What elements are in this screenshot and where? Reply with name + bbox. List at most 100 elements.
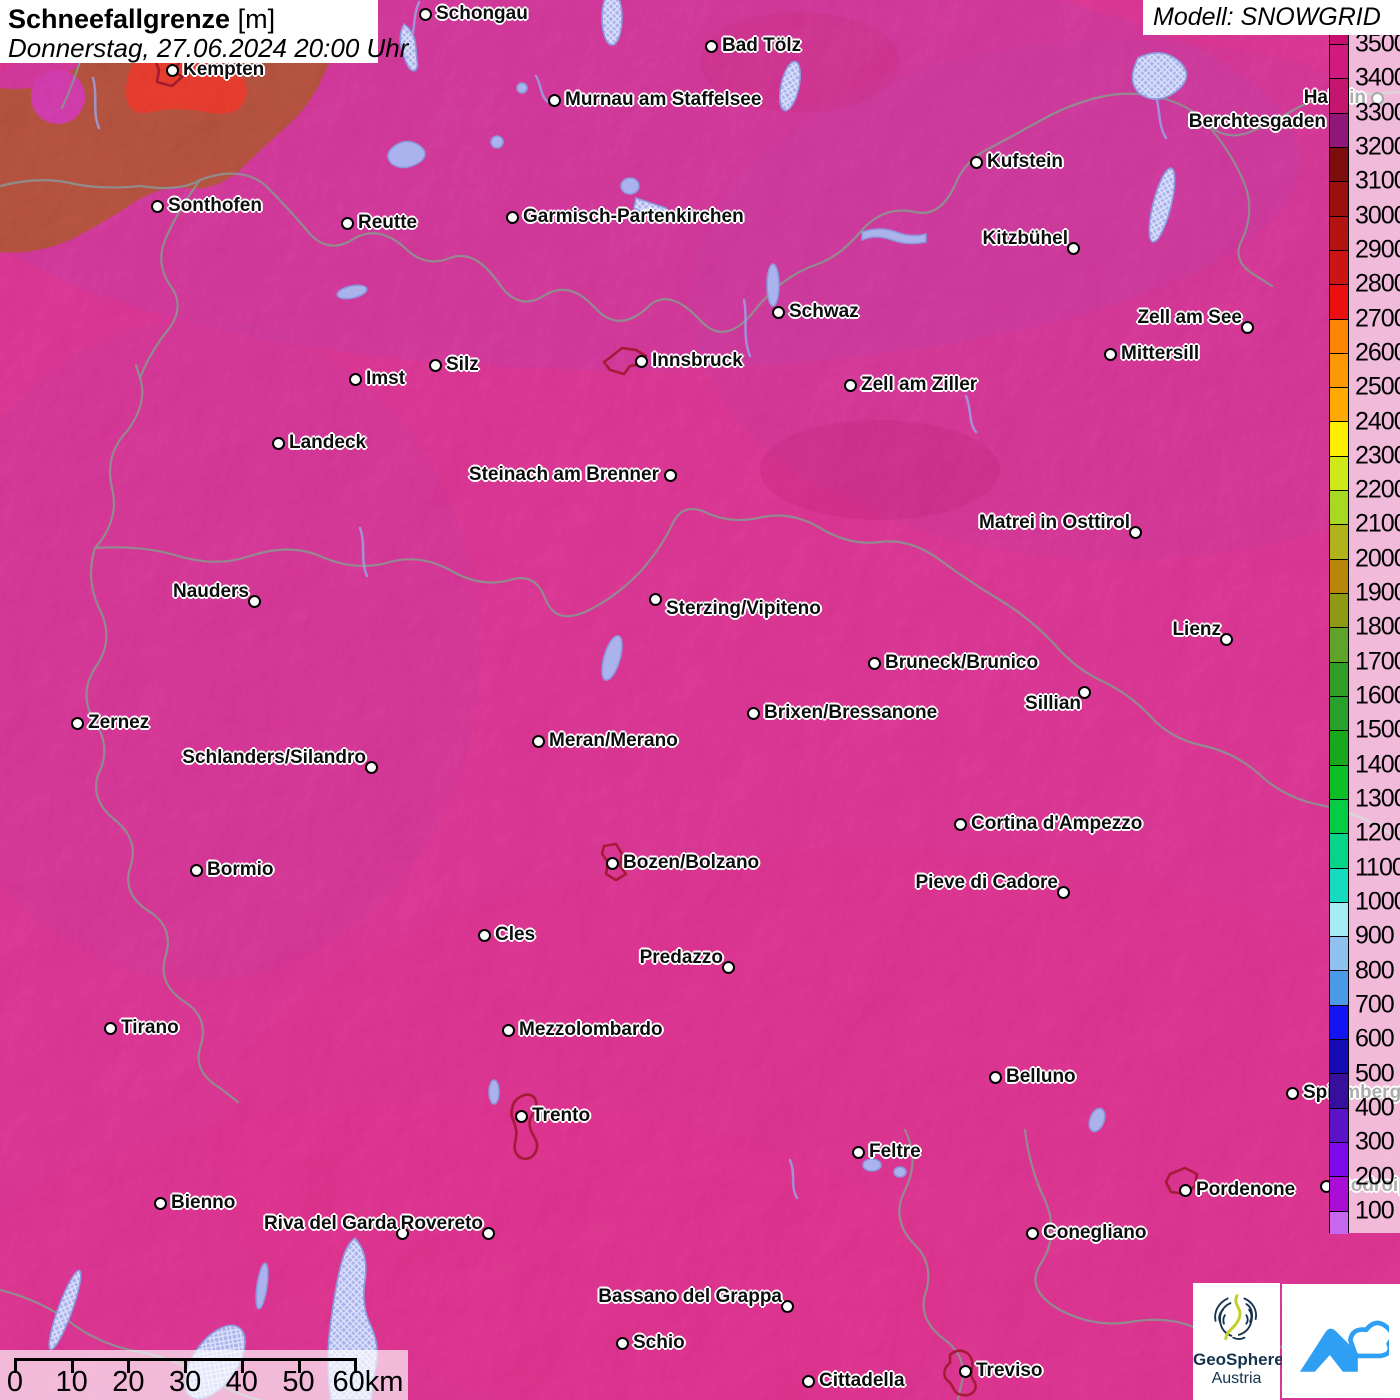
city-dot: [418, 7, 432, 21]
colorbar-tick-label: 3200: [1355, 132, 1400, 161]
colorbar-tick-label: 1100: [1355, 853, 1400, 882]
colorbar-tick-label: 1300: [1355, 784, 1400, 813]
city-dot: [514, 1109, 528, 1123]
colorbar-segment: [1330, 731, 1348, 766]
colorbar-segment: [1330, 834, 1348, 869]
city-dot: [477, 928, 491, 942]
city-label: Bad Tölz: [722, 35, 802, 56]
colorbar-segment: [1330, 696, 1348, 732]
city-dot: [1056, 885, 1070, 899]
city-label: Cortina d'Ampezzo: [971, 813, 1143, 834]
city-dot: [1178, 1183, 1192, 1197]
mountain-cloud-logo-icon: [1299, 1320, 1389, 1372]
city-dot: [247, 594, 261, 608]
colorbar-tick-label: 3100: [1355, 166, 1400, 195]
city-dot: [165, 63, 179, 77]
colorbar-tick-label: 2700: [1355, 304, 1400, 333]
city-dot: [531, 734, 545, 748]
colorbar-segment: [1330, 285, 1348, 320]
city-label: Zell am See: [1137, 307, 1242, 328]
city-label: Cles: [495, 924, 536, 945]
city-dot: [663, 468, 677, 482]
colorbar-tick-label: 500: [1355, 1059, 1395, 1088]
city-label: Silz: [446, 354, 479, 375]
city-label: Schio: [633, 1332, 685, 1353]
colorbar-tick-label: 2600: [1355, 338, 1400, 367]
colorbar-segment: [1330, 902, 1348, 938]
city-label: Rovereto: [400, 1213, 483, 1234]
city-dot: [851, 1145, 865, 1159]
colorbar-segment: [1330, 250, 1348, 286]
colorbar-segment: [1330, 147, 1348, 183]
city-label: Kufstein: [987, 151, 1063, 172]
city-label: Mittersill: [1121, 343, 1200, 364]
colorbar-segment: [1330, 1074, 1348, 1109]
city-label: Steinach am Brenner: [468, 464, 659, 485]
city-dot: [1103, 347, 1117, 361]
colorbar-segment: [1330, 868, 1348, 903]
city-dot: [648, 592, 662, 606]
city-dot: [1025, 1226, 1039, 1240]
city-dot: [189, 863, 203, 877]
colorbar-tick-label: 3000: [1355, 201, 1400, 230]
city-dot: [428, 358, 442, 372]
colorbar-tick-label: 2000: [1355, 544, 1400, 573]
colorbar-tick-label: 300: [1355, 1127, 1395, 1156]
city-dot: [780, 1299, 794, 1313]
city-label: Bienno: [171, 1192, 236, 1213]
city-label: Garmisch-Partenkirchen: [523, 206, 744, 227]
city-dot: [969, 155, 983, 169]
city-label: Innsbruck: [652, 350, 743, 371]
city-label: Pieve di Cadore: [915, 872, 1058, 893]
colorbar-tick-label: 900: [1355, 921, 1395, 950]
colorbar-segment: [1330, 1040, 1348, 1075]
city-label: Pordenone: [1196, 1179, 1296, 1200]
city-label: Berchtesgaden: [1188, 111, 1326, 132]
colorbar-tick-label: 2200: [1355, 475, 1400, 504]
city-label: Murnau am Staffelsee: [565, 89, 762, 110]
city-dot: [340, 216, 354, 230]
colorbar-tick-label: 1000: [1355, 887, 1400, 916]
colorbar-segment: [1330, 388, 1348, 423]
city-dot: [634, 354, 648, 368]
city-label: Bozen/Bolzano: [623, 852, 760, 873]
city-label: Bruneck/Brunico: [885, 652, 1039, 673]
scalebar-label: 60km: [332, 1366, 404, 1398]
colorbar-tick-label: 1700: [1355, 647, 1400, 676]
geosphere-logo-text: GeoSphere: [1193, 1350, 1284, 1369]
scalebar-label: 0: [6, 1366, 24, 1398]
colorbar-segment: [1330, 422, 1348, 457]
city-dot: [481, 1226, 495, 1240]
colorbar-segment: [1330, 594, 1348, 629]
city-label: Treviso: [976, 1360, 1043, 1381]
city-label: Bassano del Grappa: [598, 1286, 782, 1307]
city-label: Schwaz: [789, 301, 859, 322]
city-label: Schongau: [436, 3, 528, 24]
city-dot: [271, 436, 285, 450]
city-label: Zernez: [88, 712, 150, 733]
scalebar: 0 10 20 30 40 50 60km: [0, 1350, 408, 1400]
city-label: Cittadella: [819, 1370, 905, 1391]
city-dot: [867, 656, 881, 670]
city-dot: [953, 817, 967, 831]
scalebar-label: 30: [168, 1366, 202, 1398]
city-label: Sonthofen: [168, 195, 262, 216]
city-label: Riva del Garda: [263, 1213, 397, 1234]
city-label: Kitzbühel: [982, 228, 1069, 249]
city-label: Sillian: [1025, 693, 1081, 714]
city-label: Mezzolombardo: [519, 1019, 663, 1040]
city-label: Zell am Ziller: [861, 374, 978, 395]
partner-logo-box: [1282, 1284, 1400, 1398]
city-dot: [746, 706, 760, 720]
city-dot: [1219, 632, 1233, 646]
colorbar-tick-label: 1900: [1355, 578, 1400, 607]
colorbar-tick-label: 2500: [1355, 372, 1400, 401]
city-label: Meran/Merano: [549, 730, 678, 751]
city-label: Feltre: [869, 1141, 921, 1162]
colorbar-tick-label: 2900: [1355, 235, 1400, 264]
colorbar-segment: [1330, 628, 1348, 663]
city-label: Lienz: [1172, 619, 1221, 640]
city-dot: [348, 372, 362, 386]
colorbar-segment: [1330, 216, 1348, 251]
city-dot: [547, 93, 561, 107]
